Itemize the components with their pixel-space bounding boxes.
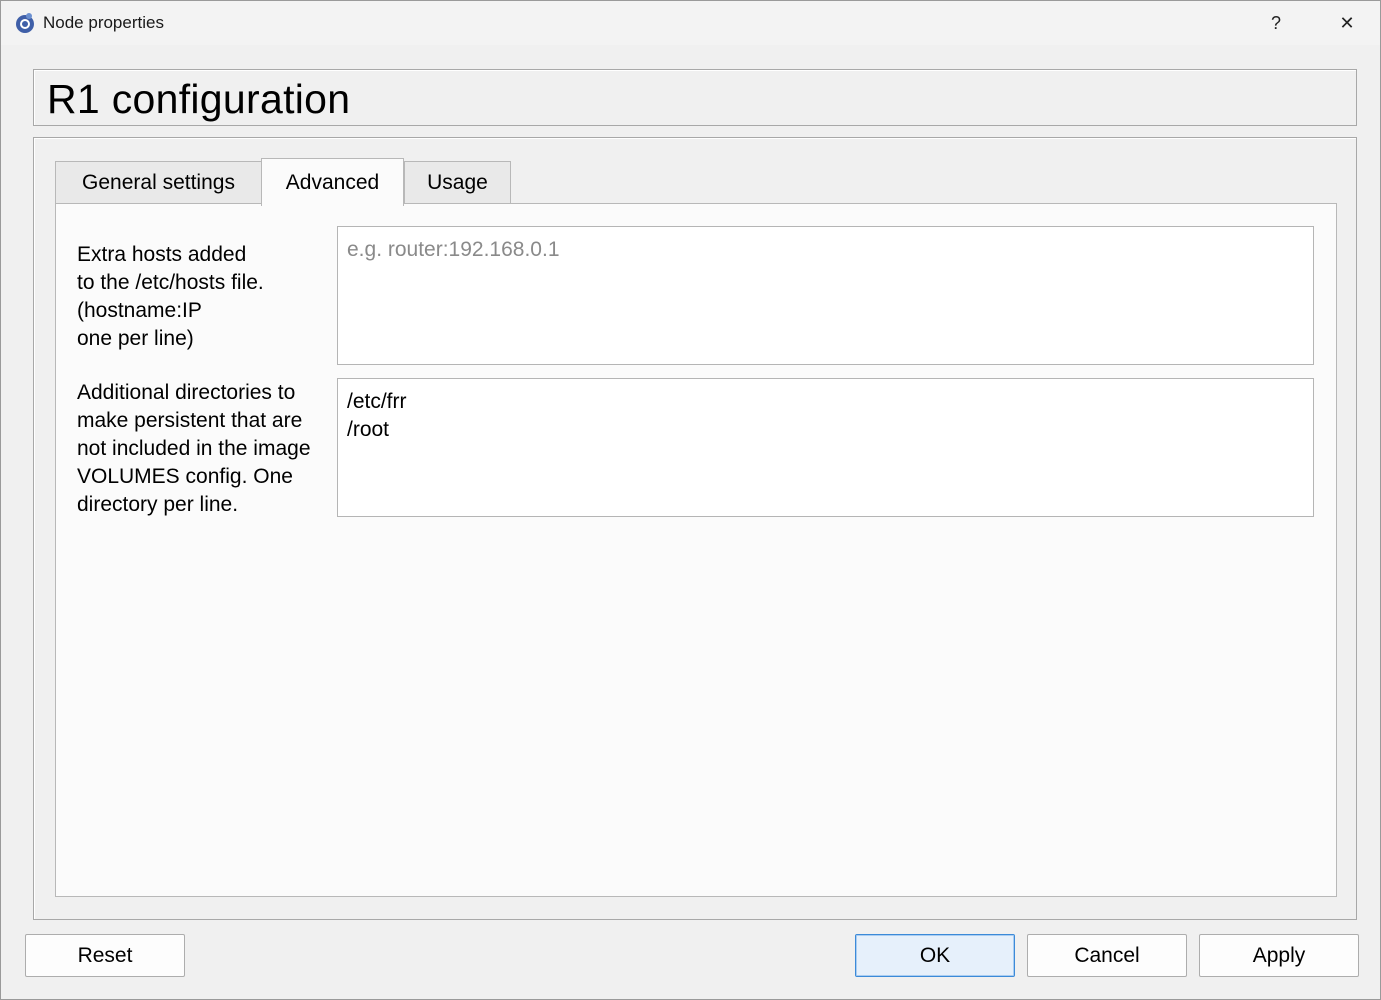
- close-button[interactable]: ✕: [1317, 1, 1377, 45]
- tab-usage[interactable]: Usage: [404, 161, 511, 204]
- extra-hosts-label: Extra hosts added to the /etc/hosts file…: [77, 243, 264, 350]
- close-icon: ✕: [1339, 12, 1355, 33]
- ok-button[interactable]: OK: [855, 934, 1015, 977]
- extra-volumes-label: Additional directories to make persisten…: [77, 381, 311, 516]
- tab-label: Advanced: [285, 170, 380, 194]
- gns3-app-icon: [16, 13, 34, 33]
- node-properties-dialog: Node properties ? ✕ R1 configuration Gen…: [0, 0, 1381, 1000]
- config-header: R1 configuration: [33, 69, 1357, 126]
- extra-hosts-textarea[interactable]: [337, 226, 1314, 365]
- tab-advanced[interactable]: Advanced: [261, 158, 404, 206]
- tab-label: Usage: [427, 171, 488, 194]
- reset-button[interactable]: Reset: [25, 934, 185, 977]
- help-button[interactable]: ?: [1246, 1, 1306, 45]
- title-bar: Node properties ? ✕: [1, 1, 1380, 45]
- tab-label: General settings: [82, 171, 235, 194]
- cancel-button[interactable]: Cancel: [1027, 934, 1187, 977]
- page-title: R1 configuration: [47, 76, 351, 122]
- window-title: Node properties: [43, 13, 164, 32]
- tab-general-settings[interactable]: General settings: [55, 161, 262, 204]
- extra-volumes-textarea[interactable]: [337, 378, 1314, 517]
- apply-button[interactable]: Apply: [1199, 934, 1359, 977]
- help-icon: ?: [1270, 12, 1281, 33]
